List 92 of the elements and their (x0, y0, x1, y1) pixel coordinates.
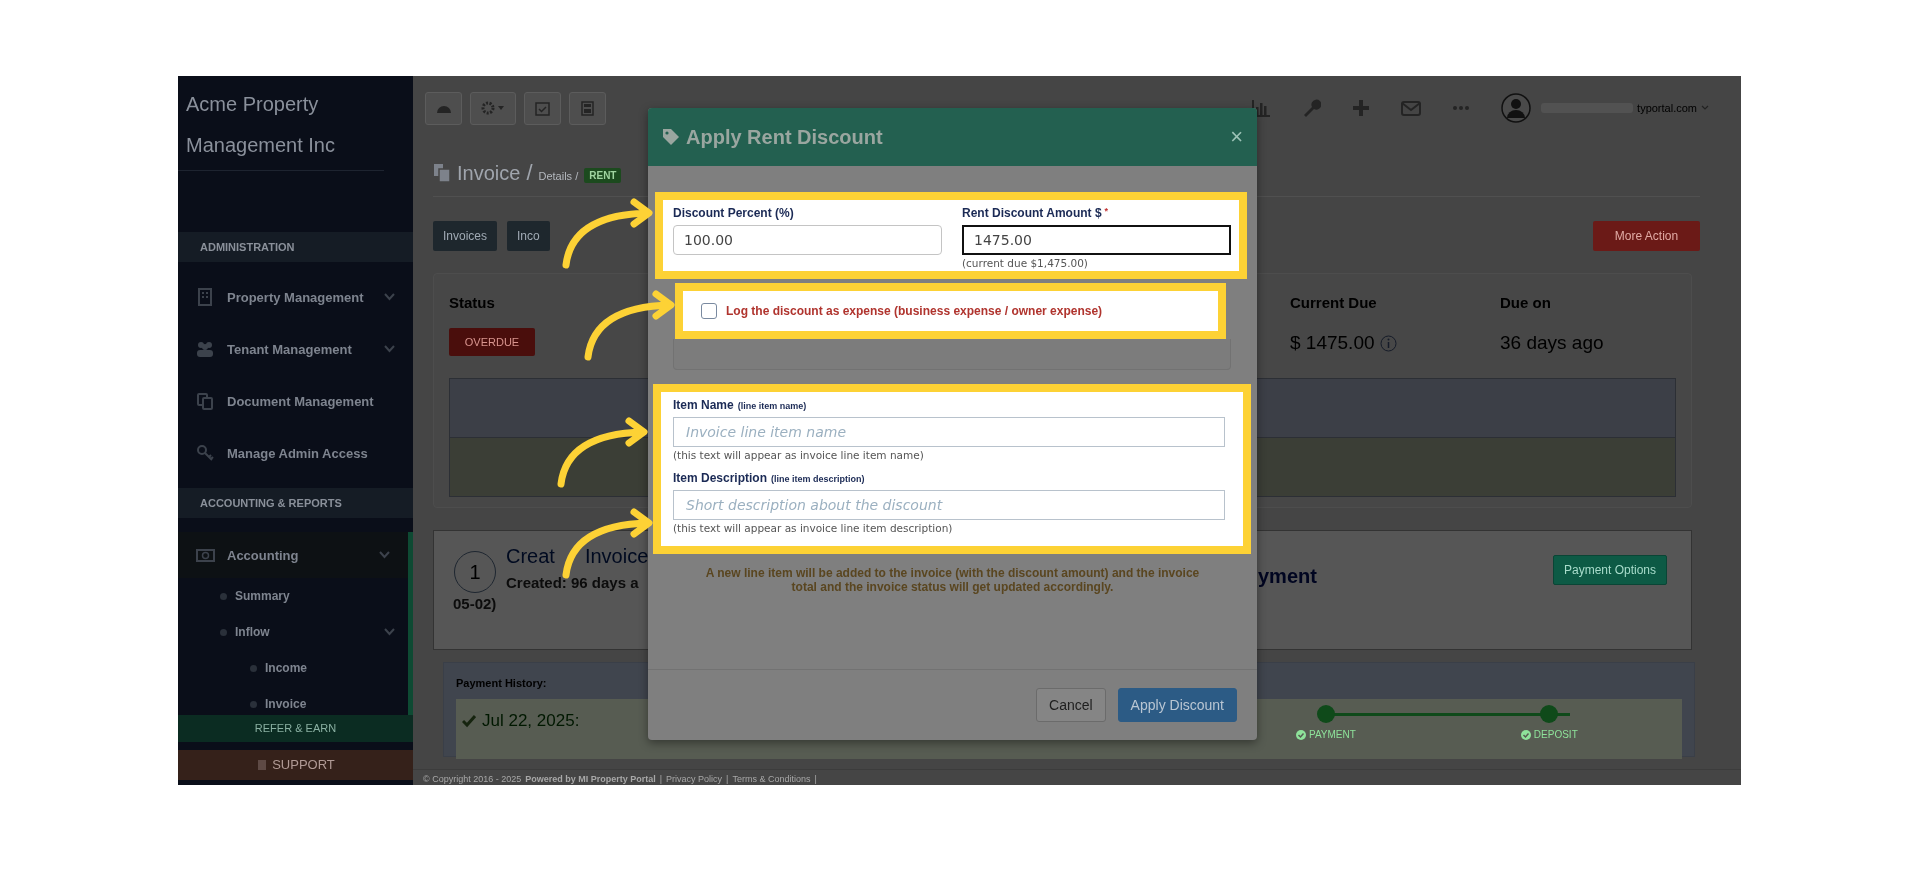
sidebar-item[interactable]: Document Management (178, 375, 413, 427)
tag-icon (662, 128, 680, 146)
sidebar-icon (196, 391, 215, 411)
info-icon[interactable] (1379, 334, 1397, 352)
current-due-label: Current Due (1290, 294, 1377, 313)
checkbox-label[interactable]: Log the discount as expense (business expense / owner expense) (726, 304, 1103, 318)
help-text: (this text will appear as invoice line item name) (673, 449, 925, 461)
footer-text: © Copyright 2016 - 2025 (423, 774, 522, 784)
checkbox[interactable] (701, 303, 717, 319)
mail-icon[interactable] (1401, 98, 1422, 118)
caret-icon (1701, 105, 1709, 111)
due-on-value: 36 days ago (1500, 332, 1604, 354)
field-label: Discount Percent (%) (673, 206, 794, 220)
created-text: Created: 96 days a (506, 574, 640, 591)
footer-separator: | (814, 774, 817, 784)
submenu-item[interactable]: Income (178, 650, 408, 686)
help-text: (this text will appear as invoice line item description) (673, 522, 954, 534)
bullet-icon (250, 700, 257, 708)
sidebar-icon (196, 443, 215, 463)
footer-separator: | (726, 774, 729, 784)
created-date: 05-02) (453, 595, 497, 612)
status-badge: OVERDUE (449, 328, 535, 356)
milestone-label: PAYMENT (1296, 729, 1356, 740)
back-button[interactable]: Invoices (433, 221, 498, 251)
input-field[interactable]: Invoice line item name (673, 417, 1225, 447)
section-heading: ACCOUNTING & REPORTS (178, 488, 413, 518)
close-button[interactable]: × (1230, 124, 1243, 150)
section-heading: ADMINISTRATION (178, 232, 413, 262)
step-title: yment (1258, 565, 1317, 588)
info-note: A new line item will be added to the invoice (with the discount amount) and the invoice total and the invoice status will get updated accordingly. (704, 566, 1201, 594)
calendar-icon (535, 100, 550, 116)
check-circle-icon (1520, 729, 1531, 740)
field-label: Rent Discount Amount $ (962, 206, 1102, 220)
breadcrumb[interactable]: Details / (538, 169, 579, 182)
status-label: Status (449, 294, 495, 313)
field-hint: (line item description) (771, 474, 865, 484)
field-label: Item Description (673, 471, 768, 485)
required-mark: * (1104, 206, 1109, 218)
cancel-button[interactable]: Cancel (1036, 688, 1106, 722)
input-field[interactable]: 1475.00 (962, 225, 1231, 255)
footer-text: Powered by MI Property Portal (525, 774, 656, 784)
sidebar-item[interactable]: Property Management (178, 271, 413, 323)
settings-icon (481, 101, 505, 115)
submenu-item[interactable]: Invoice (178, 686, 408, 715)
footer-link[interactable]: Terms & Conditions (732, 774, 811, 784)
milestone-label: DEPOSIT (1520, 729, 1578, 740)
calendar-button[interactable] (524, 91, 561, 125)
submenu-item[interactable]: Summary (178, 578, 408, 614)
field-hint: (line item name) (737, 401, 807, 411)
sidebar-item[interactable]: Manage Admin Access (178, 427, 413, 479)
back-button[interactable]: Inco (507, 221, 550, 251)
input-field[interactable]: 100.00 (673, 225, 942, 255)
bullet-icon (220, 592, 227, 600)
page-title: Invoice (457, 161, 521, 185)
settings-button[interactable] (470, 91, 516, 125)
bullet-icon (250, 664, 257, 672)
dialog-title: Apply Rent Discount (686, 125, 883, 149)
plus-icon[interactable] (1351, 98, 1372, 118)
avatar-icon[interactable] (1501, 93, 1532, 123)
payment-date: Jul 22, 2025: (482, 711, 580, 731)
invoice-type-badge: RENT (584, 167, 622, 183)
due-on-label: Due on (1500, 294, 1551, 313)
sidebar-item[interactable]: Accounting (178, 532, 408, 578)
bullet-icon (220, 628, 227, 636)
sidebar-icon (196, 287, 215, 307)
footer-separator: | (659, 774, 663, 784)
payment-options-button[interactable]: Payment Options (1552, 555, 1667, 585)
apply-button[interactable]: Apply Discount (1117, 688, 1237, 722)
input-field[interactable]: Short description about the discount (673, 490, 1225, 520)
footer-link[interactable]: Privacy Policy (666, 774, 723, 784)
payment-history-title: Payment History: (456, 677, 548, 689)
calculator-icon (581, 100, 594, 116)
submenu-item[interactable]: Inflow (178, 614, 408, 650)
current-due-amount: $ 1475.00 (1290, 332, 1375, 354)
breadcrumb-separator: / (526, 160, 533, 186)
step-title: Invoice (584, 545, 649, 568)
field-label: Item Name (673, 398, 734, 412)
calculator-button[interactable] (569, 91, 606, 125)
chart-icon[interactable] (1251, 98, 1272, 118)
help-text: (current due $1,475.00) (962, 257, 1089, 269)
refer-button[interactable]: REFER & EARN (178, 715, 413, 742)
document-icon (433, 163, 451, 183)
company-name: Acme Property Management Inc (178, 76, 384, 171)
dashboard-button[interactable] (425, 91, 462, 125)
step-title: Creat (506, 545, 555, 568)
check-icon (462, 714, 476, 728)
more-action-button[interactable]: More Action (1593, 221, 1700, 251)
sidebar-item[interactable]: Tenant Management (178, 323, 413, 375)
support-button[interactable]: SUPPORT (178, 750, 413, 780)
check-circle-icon (1296, 729, 1306, 740)
sidebar-icon (196, 339, 215, 359)
book-icon (256, 759, 269, 771)
